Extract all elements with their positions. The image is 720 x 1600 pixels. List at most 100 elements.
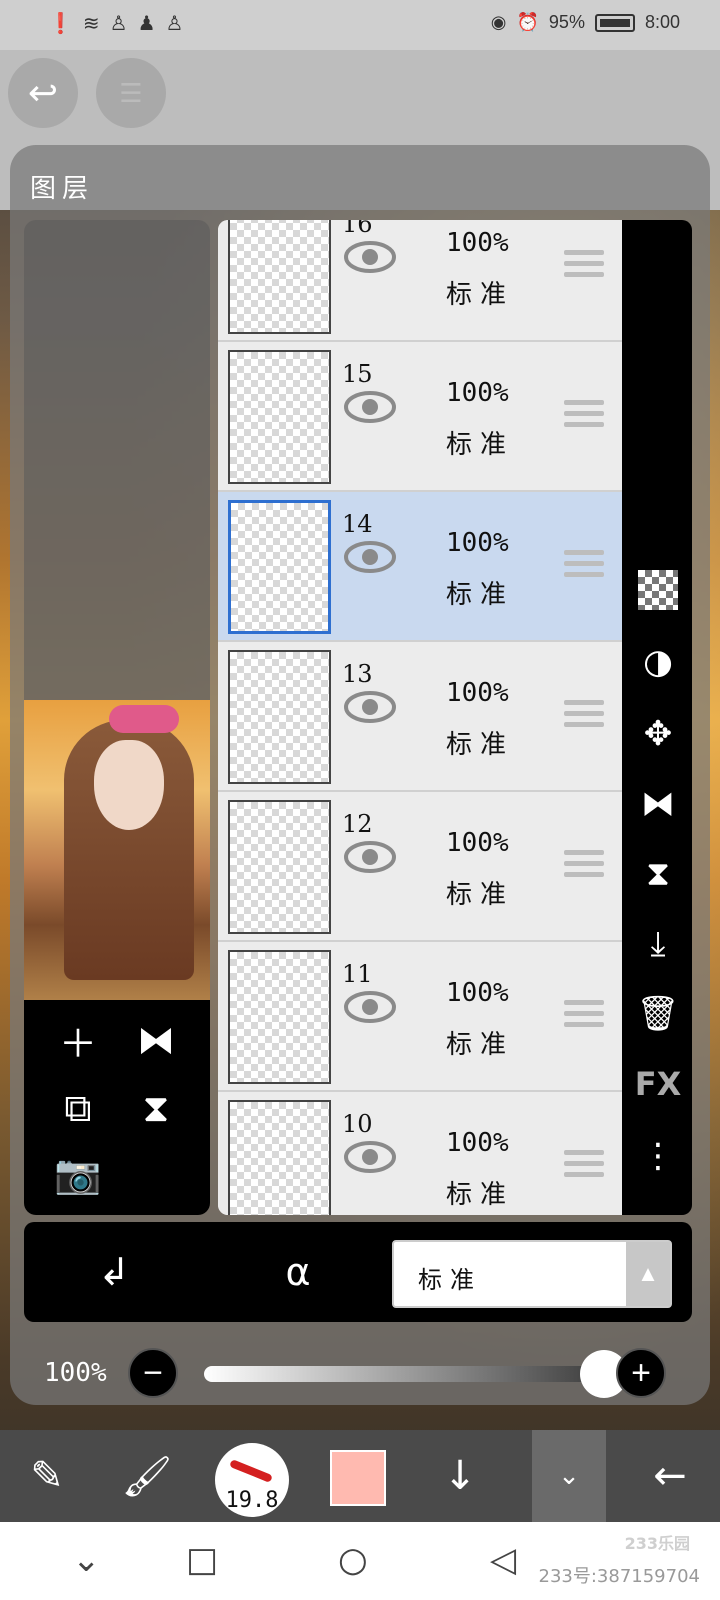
tool-switch-icon[interactable]: ✎: [12, 1430, 82, 1522]
layer-row-14[interactable]: 14 100% 标准: [218, 492, 622, 642]
chevron-down-icon[interactable]: ⌄: [72, 1540, 101, 1580]
alpha-lock-icon[interactable]: α: [270, 1244, 326, 1300]
home-icon[interactable]: ○: [338, 1540, 368, 1580]
layer-number: 10: [342, 1110, 373, 1138]
layer-opacity: 100%: [446, 678, 509, 708]
undo-icon: ↩: [27, 72, 59, 113]
drag-handle-icon[interactable]: [564, 700, 604, 730]
opacity-decrease-button[interactable]: −: [128, 1348, 178, 1398]
undo-button[interactable]: ↩: [8, 58, 78, 128]
layer-opacity: 100%: [446, 228, 509, 258]
drag-handle-icon[interactable]: [564, 550, 604, 580]
layer-blend-mode: 标准: [446, 430, 515, 460]
fx-button[interactable]: FX: [630, 1056, 686, 1112]
visibility-eye-icon[interactable]: [344, 540, 396, 574]
drag-handle-icon[interactable]: [564, 1150, 604, 1180]
layer-row-11[interactable]: 11 100% 标准: [218, 942, 622, 1092]
visibility-eye-icon[interactable]: [344, 1140, 396, 1174]
layer-actions: ＋ ⧓ ⧉ ⧗ 📷: [24, 1000, 210, 1215]
flip-vertical-icon[interactable]: ⧗: [128, 1080, 184, 1136]
move-icon[interactable]: ✥: [630, 706, 686, 762]
arrow-down-icon[interactable]: ↓: [420, 1430, 500, 1522]
opacity-label: 100%: [44, 1358, 107, 1388]
layer-row-12[interactable]: 12 100% 标准: [218, 792, 622, 942]
panel-title: 图层: [30, 174, 95, 204]
chevron-up-icon[interactable]: ▲: [626, 1242, 670, 1306]
flip-horizontal-icon[interactable]: ⧓: [630, 776, 686, 832]
drag-handle-icon[interactable]: [564, 400, 604, 430]
wifi-icon: ≋: [82, 13, 100, 35]
delete-icon[interactable]: 🗑: [630, 986, 686, 1042]
canvas-preview[interactable]: [24, 700, 210, 1000]
layer-row-13[interactable]: 13 100% 标准: [218, 642, 622, 792]
visibility-eye-icon[interactable]: [344, 240, 396, 274]
layer-thumbnail: [228, 650, 331, 784]
qq-icon: ♟: [137, 13, 156, 35]
opacity-increase-button[interactable]: +: [616, 1348, 666, 1398]
layer-number: 11: [342, 960, 373, 988]
flip-horizontal-icon[interactable]: ⧓: [128, 1012, 184, 1068]
layer-row-10[interactable]: 10 100% 标准: [218, 1092, 622, 1215]
layer-thumbnail: [228, 350, 331, 484]
layer-thumbnail: [228, 500, 331, 634]
camera-icon[interactable]: 📷: [50, 1146, 106, 1202]
layer-number: 16: [342, 220, 373, 238]
recents-icon[interactable]: □: [186, 1540, 218, 1580]
duplicate-layer-icon[interactable]: ⧉: [50, 1080, 106, 1136]
visibility-eye-icon[interactable]: [344, 690, 396, 724]
layer-side-toolbar: ◑ ✥ ⧓ ⧗ ⤓ 🗑 FX ⋮: [622, 220, 692, 1215]
transparency-icon[interactable]: [630, 562, 686, 618]
layer-opacity: 100%: [446, 378, 509, 408]
system-nav-bar: ⌄ □ ○ ◁: [0, 1522, 720, 1600]
add-layer-icon[interactable]: ＋: [50, 1012, 106, 1068]
opacity-slider[interactable]: [204, 1366, 604, 1382]
color-swatch[interactable]: [330, 1450, 386, 1506]
chevron-double-down-icon: ⌄: [558, 1461, 580, 1491]
layer-blend-mode: 标准: [446, 730, 515, 760]
layer-thumbnail: [228, 950, 331, 1084]
layer-opacity: 100%: [446, 828, 509, 858]
eye-comfort-icon: ◉: [490, 12, 507, 32]
alert-icon: ❗: [48, 13, 73, 35]
menu-icon: ☰: [119, 77, 143, 108]
layer-blend-mode: 标准: [446, 1030, 515, 1060]
watermark-text: 233号:387159704: [538, 1566, 701, 1587]
blend-mode-select[interactable]: 标准 ▲: [392, 1240, 672, 1308]
layer-list[interactable]: 16 100% 标准 15 100% 标准 14 100% 标准 13 100%…: [218, 220, 622, 1215]
layer-blend-mode: 标准: [446, 880, 515, 910]
layer-blend-mode: 标准: [446, 1180, 515, 1210]
brush-icon[interactable]: 🖌: [112, 1430, 182, 1522]
layer-row-16[interactable]: 16 100% 标准: [218, 220, 622, 342]
back-icon[interactable]: ◁: [490, 1540, 516, 1580]
layer-number: 13: [342, 660, 373, 688]
more-options-icon[interactable]: ⋮: [630, 1128, 686, 1184]
layer-thumbnail: [228, 220, 331, 334]
clip-arrow-icon[interactable]: ↲: [86, 1244, 142, 1300]
layer-thumbnail: [228, 1100, 331, 1215]
opacity-control: 100% − +: [24, 1340, 692, 1410]
status-bar: ❗ ≋ ♙ ♟ ♙ ◉ ⏰ 95% 8:00: [0, 0, 720, 50]
clock: 8:00: [644, 12, 680, 32]
layer-row-15[interactable]: 15 100% 标准: [218, 342, 622, 492]
drag-handle-icon[interactable]: [564, 1000, 604, 1030]
drag-handle-icon[interactable]: [564, 250, 604, 280]
status-right: ◉ ⏰ 95% 8:00: [491, 12, 680, 33]
brush-size-button[interactable]: 19.8: [215, 1443, 289, 1517]
flip-vertical-icon[interactable]: ⧗: [630, 846, 686, 902]
status-left-icons: ❗ ≋ ♙ ♟ ♙: [48, 12, 183, 36]
notification-icon: ♙: [165, 13, 184, 35]
visibility-eye-icon[interactable]: [344, 990, 396, 1024]
merge-down-icon[interactable]: ⤓: [630, 916, 686, 972]
visibility-eye-icon[interactable]: [344, 390, 396, 424]
layer-panel-toggle[interactable]: ⌄: [532, 1430, 606, 1522]
watermark-logo: 233乐园: [624, 1534, 690, 1553]
drag-handle-icon[interactable]: [564, 850, 604, 880]
visibility-eye-icon[interactable]: [344, 840, 396, 874]
clipping-icon[interactable]: ◑: [630, 634, 686, 690]
layer-number: 14: [342, 510, 373, 538]
layer-thumbnail: [228, 800, 331, 934]
back-arrow-icon[interactable]: ←: [630, 1430, 710, 1522]
alarm-icon: ⏰: [516, 12, 539, 32]
battery-percent: 95%: [548, 12, 585, 32]
menu-button[interactable]: ☰: [96, 58, 166, 128]
